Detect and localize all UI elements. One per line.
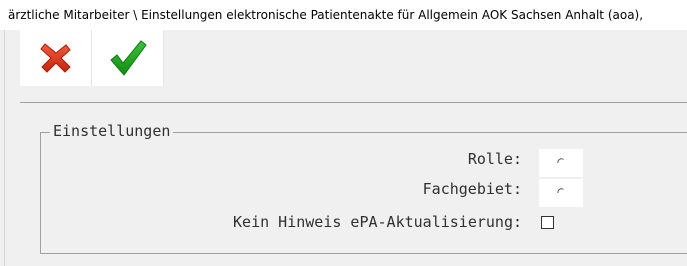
confirm-button[interactable]	[92, 30, 164, 86]
green-check-icon	[109, 40, 147, 76]
radio-icon	[557, 158, 564, 164]
window-title: ärztliche Mitarbeiter \ Einstellungen el…	[0, 0, 687, 30]
toolbar-separator	[20, 102, 687, 103]
cancel-button[interactable]	[20, 30, 92, 86]
toolbar	[20, 30, 164, 86]
left-border	[4, 30, 5, 266]
radio-icon	[557, 188, 564, 194]
settings-groupbox	[40, 132, 687, 254]
no-epa-update-hint-label: Kein Hinweis ePA-Aktualisierung:	[233, 213, 522, 231]
specialty-label: Fachgebiet:	[422, 180, 522, 198]
red-x-icon	[39, 43, 71, 73]
role-label: Rolle:	[467, 150, 522, 168]
role-radio[interactable]	[539, 149, 583, 177]
specialty-radio[interactable]	[539, 179, 583, 207]
group-title: Einstellungen	[50, 121, 174, 141]
no-epa-update-hint-checkbox[interactable]	[541, 216, 554, 229]
